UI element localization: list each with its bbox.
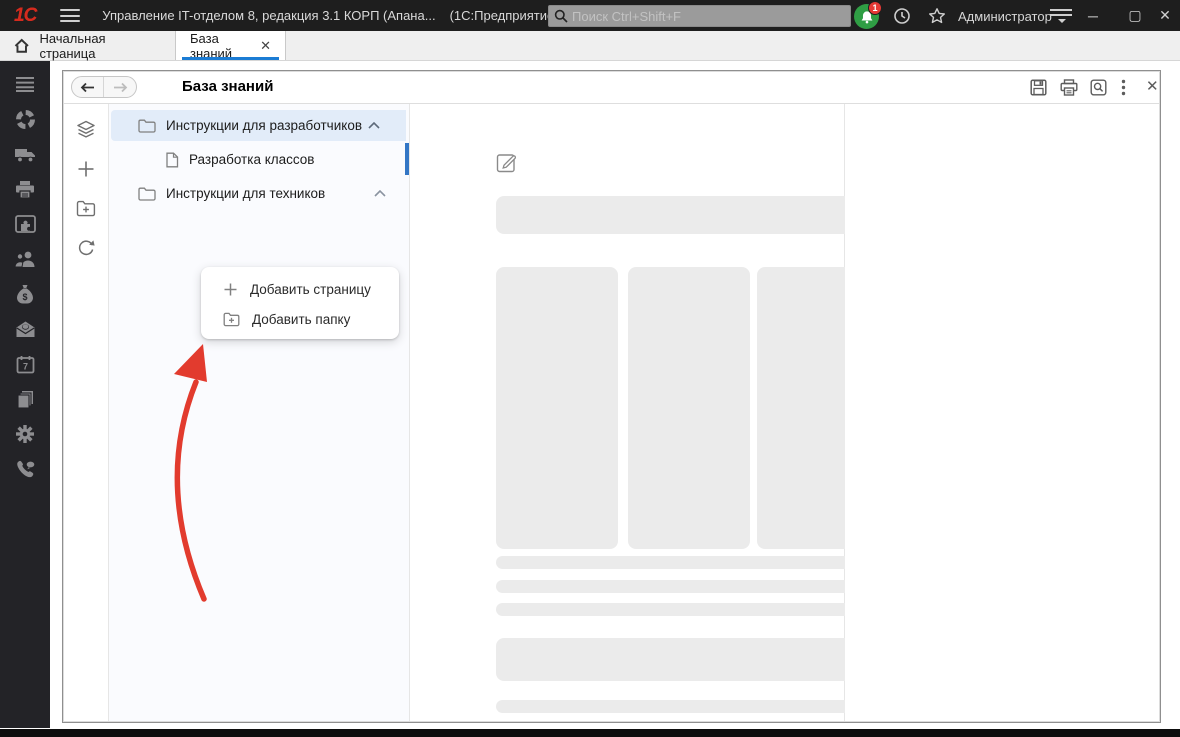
tab-home[interactable]: Начальная страница — [0, 31, 176, 60]
puzzle-card-icon[interactable] — [13, 212, 37, 236]
forward-button[interactable] — [104, 77, 136, 97]
search-input[interactable] — [572, 9, 850, 24]
svg-text:$: $ — [22, 292, 27, 302]
layers-icon[interactable] — [75, 119, 97, 141]
menu-icon[interactable] — [13, 72, 37, 96]
tree-item-page[interactable]: Разработка классов — [111, 144, 406, 175]
tab-bar: Начальная страница База знаний ✕ — [0, 31, 1180, 61]
screen: 1С Управление IT-отделом 8, редакция 3.1… — [0, 0, 1180, 737]
folder-plus-icon — [223, 312, 240, 327]
refresh-icon[interactable] — [75, 236, 97, 258]
tab-close-icon[interactable]: ✕ — [260, 39, 271, 52]
global-search[interactable] — [548, 5, 851, 27]
favorites-star-icon[interactable] — [928, 7, 946, 25]
skeleton-title-block — [496, 196, 881, 234]
menu-item-add-folder[interactable]: Добавить папку — [201, 304, 399, 334]
menu-item-label: Добавить папку — [252, 312, 350, 327]
titlebar: 1С Управление IT-отделом 8, редакция 3.1… — [0, 0, 1180, 31]
tree-item-folder[interactable]: Инструкции для разработчиков — [111, 110, 406, 141]
find-in-document-icon[interactable] — [1090, 79, 1107, 96]
more-kebab-icon[interactable] — [1121, 79, 1126, 96]
services-wheel-icon[interactable] — [13, 107, 37, 131]
article-preview-pane — [410, 104, 845, 721]
tab-knowledge-base[interactable]: База знаний ✕ — [176, 31, 286, 60]
tree-item-folder[interactable]: Инструкции для техников — [111, 178, 406, 209]
svg-text:7: 7 — [22, 361, 27, 371]
folder-icon — [138, 119, 156, 133]
phone-support-icon[interactable] — [13, 457, 37, 481]
page-icon — [165, 152, 179, 168]
right-empty-pane — [845, 104, 1159, 721]
home-icon — [14, 38, 29, 53]
close-window-button[interactable]: ✕ — [1146, 77, 1159, 95]
back-button[interactable] — [72, 77, 104, 97]
employees-icon[interactable] — [13, 247, 37, 271]
chevron-up-icon[interactable] — [368, 122, 380, 129]
window-toolbar: База знаний ✕ — [64, 72, 1159, 104]
tree-item-label: Инструкции для разработчиков — [166, 118, 362, 133]
printer-icon[interactable] — [13, 177, 37, 201]
skeleton-block — [496, 638, 881, 681]
gear-icon[interactable] — [13, 422, 37, 446]
close-app-button[interactable]: ✕ — [1150, 0, 1180, 31]
mail-open-icon[interactable] — [13, 317, 37, 341]
plus-icon — [223, 282, 238, 297]
calendar-icon[interactable]: 7 — [13, 352, 37, 376]
window-bottom-frame — [0, 729, 1180, 737]
delivery-truck-icon[interactable] — [13, 142, 37, 166]
skeleton-line — [496, 603, 881, 616]
add-plus-icon[interactable] — [75, 158, 97, 180]
notification-badge: 1 — [868, 1, 882, 15]
knowledge-tree: Инструкции для разработчиков Разработка … — [109, 104, 410, 721]
document-copies-icon[interactable] — [13, 387, 37, 411]
current-user[interactable]: Администратор — [958, 9, 1052, 24]
add-folder-icon[interactable] — [75, 197, 97, 219]
context-menu: Добавить страницу Добавить папку — [201, 267, 399, 339]
window-title: База знаний — [182, 78, 273, 95]
money-bag-icon[interactable]: $ — [13, 282, 37, 306]
skeleton-line — [496, 580, 881, 593]
maximize-button[interactable]: ▢ — [1120, 0, 1150, 31]
back-arrow-icon — [80, 82, 95, 93]
tree-tool-strip — [64, 104, 109, 721]
notifications-button[interactable]: 1 — [854, 3, 882, 30]
tab-label: База знаний — [190, 31, 251, 61]
edit-pencil-icon[interactable] — [496, 151, 518, 173]
tab-label: Начальная страница — [39, 31, 161, 61]
tree-item-label: Инструкции для техников — [166, 186, 325, 201]
nav-history-group — [71, 76, 137, 98]
skeleton-line — [496, 556, 881, 569]
save-icon[interactable] — [1030, 79, 1047, 96]
annotation-arrow — [147, 334, 237, 624]
chevron-up-icon[interactable] — [374, 190, 386, 197]
tree-item-label: Разработка классов — [189, 152, 314, 167]
app-kind: (1С:Предприятие) — [450, 8, 559, 23]
service-menu-icon[interactable] — [1050, 9, 1072, 23]
folder-icon — [138, 187, 156, 201]
knowledge-base-window: База знаний ✕ — [62, 70, 1161, 723]
skeleton-line — [496, 700, 881, 713]
skeleton-card — [628, 267, 750, 549]
app-title: Управление IT-отделом 8, редакция 3.1 КО… — [102, 8, 435, 23]
menu-item-label: Добавить страницу — [250, 282, 371, 297]
menu-item-add-page[interactable]: Добавить страницу — [201, 274, 399, 304]
forward-arrow-icon — [113, 82, 128, 93]
1c-logo: 1С — [14, 5, 36, 27]
app-sidebar: $ 7 — [0, 61, 50, 728]
minimize-button[interactable]: ─ — [1078, 0, 1108, 31]
active-tab-underline — [182, 57, 279, 60]
print-icon[interactable] — [1060, 79, 1078, 96]
main-menu-icon[interactable] — [60, 9, 80, 22]
skeleton-card — [496, 267, 618, 549]
history-icon[interactable] — [893, 7, 911, 25]
search-icon — [554, 9, 568, 23]
